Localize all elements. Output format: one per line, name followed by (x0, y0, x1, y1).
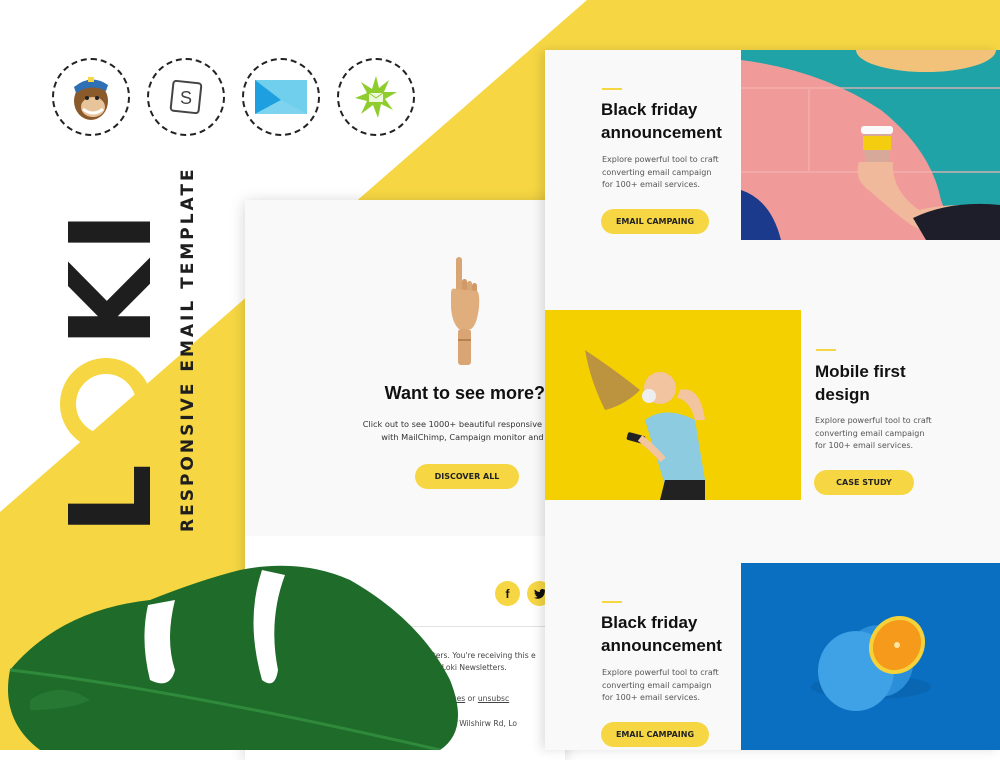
brand-letter-l: L (47, 455, 177, 535)
brand-letter-o-circle (60, 357, 152, 450)
accent-line (602, 601, 622, 603)
wooden-hand-image (451, 257, 480, 365)
email-campaign-button[interactable]: EMAIL CAMPAING (601, 722, 709, 747)
brand-letters-ki: KI (47, 203, 177, 348)
stamplia-s-icon: S (169, 79, 203, 115)
section-text: Explore powerful tool to craft convertin… (602, 667, 742, 705)
text-line3: for 100+ email services. (815, 441, 914, 451)
woman-headphones-photo (545, 310, 801, 500)
blue-orange-photo (741, 563, 1000, 750)
email-preview-right: Black friday announcement Explore powerf… (545, 50, 1000, 750)
text-line1: Explore powerful tool to craft (602, 668, 719, 677)
text-line2: converting email campaign (815, 428, 925, 438)
section-black-friday-1: Black friday announcement Explore powerf… (545, 50, 1000, 310)
section-title: Mobile first design (815, 360, 965, 406)
title-line2: announcement (601, 123, 722, 142)
text-line1: Explore powerful tool to craft (602, 155, 719, 164)
title-line2: announcement (601, 636, 722, 655)
title-line2: design (815, 385, 870, 404)
title-line1: Mobile first (815, 362, 906, 381)
accent-line (816, 349, 836, 351)
logo-mailchimp[interactable] (52, 58, 130, 136)
title-line1: Black friday (601, 613, 698, 632)
accent-line (602, 88, 622, 90)
center-email-title: Want to see more? (384, 383, 545, 403)
email-campaign-button[interactable]: EMAIL CAMPAING (601, 209, 709, 234)
section-title: Black friday announcement (601, 98, 751, 144)
campaign-monitor-envelope-icon (255, 80, 307, 114)
logo-stamplia[interactable]: S (147, 58, 225, 136)
section-title: Black friday announcement (601, 611, 751, 657)
twitter-icon (533, 588, 546, 599)
text-line2: converting email campaign (602, 167, 712, 177)
title-line1: Black friday (601, 100, 698, 119)
brand-tagline: RESPONSIVE EMAIL TEMPLATE (178, 166, 198, 532)
text-line2: converting email campaign (602, 680, 712, 690)
monstera-leaf-image (8, 565, 458, 750)
text-line1: Explore powerful tool to craft (815, 416, 932, 425)
svg-text:S: S (180, 88, 192, 108)
text-line3: for 100+ email services. (602, 180, 701, 190)
facebook-icon: f (505, 586, 510, 601)
mailchimp-monkey-icon (74, 77, 108, 120)
discover-all-button[interactable]: DISCOVER ALL (415, 464, 519, 489)
splash-envelope-icon (355, 76, 397, 118)
coffee-cup-wall-photo (741, 50, 1000, 240)
section-text: Explore powerful tool to craft convertin… (815, 415, 955, 453)
email-service-logos: S (52, 58, 415, 136)
brand-logo: L KI (47, 195, 177, 535)
section-mobile-first: Mobile first design Explore powerful too… (545, 310, 1000, 560)
logo-campaign-monitor[interactable] (242, 58, 320, 136)
logo-mailjet[interactable] (337, 58, 415, 136)
facebook-button[interactable]: f (495, 581, 520, 606)
case-study-button[interactable]: CASE STUDY (814, 470, 914, 495)
section-black-friday-2: Black friday announcement Explore powerf… (545, 563, 1000, 750)
unsubscribe-link[interactable]: unsubsc (478, 694, 509, 703)
section-text: Explore powerful tool to craft convertin… (602, 154, 742, 192)
text-line3: for 100+ email services. (602, 693, 701, 703)
